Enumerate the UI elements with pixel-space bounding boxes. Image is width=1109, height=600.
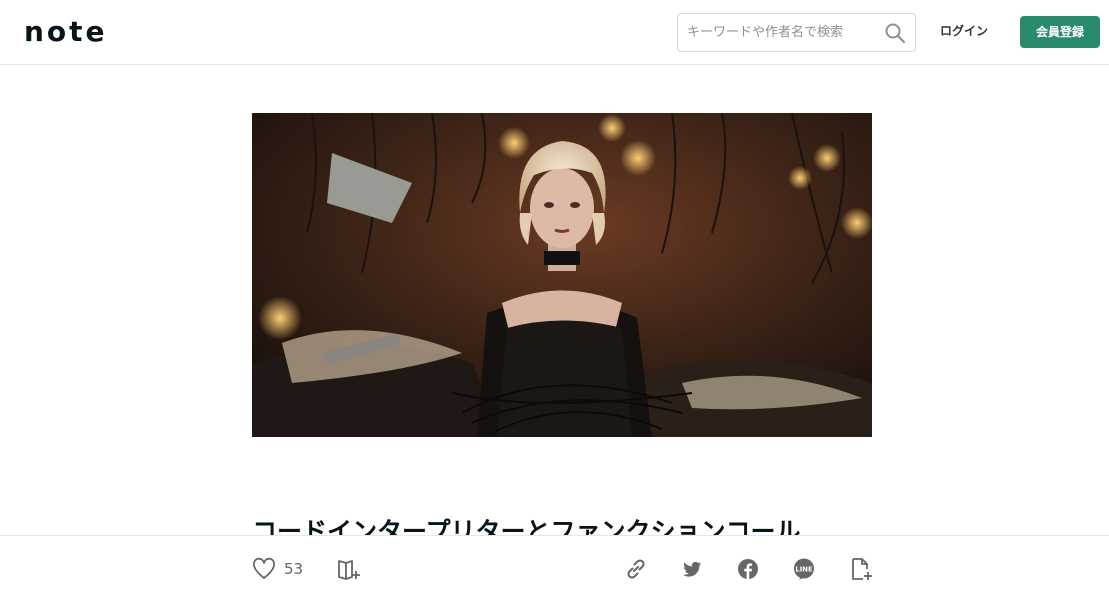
login-link[interactable]: ログイン xyxy=(928,22,1000,39)
line-icon[interactable]: LINE xyxy=(791,556,817,582)
magazine-add-icon[interactable] xyxy=(336,556,362,582)
facebook-icon[interactable] xyxy=(735,556,761,582)
note-logo[interactable]: note xyxy=(24,17,108,47)
article-action-bar: 53 LINE xyxy=(0,535,1109,600)
signup-button[interactable]: 会員登録 xyxy=(1020,16,1100,48)
heart-icon[interactable] xyxy=(251,556,277,582)
svg-text:LINE: LINE xyxy=(795,566,813,574)
like-count[interactable]: 53 xyxy=(284,560,303,578)
search-input[interactable] xyxy=(678,14,878,51)
link-icon[interactable] xyxy=(623,556,649,582)
search-box[interactable] xyxy=(677,13,916,52)
twitter-icon[interactable] xyxy=(679,556,705,582)
header: note ログイン 会員登録 xyxy=(0,0,1109,65)
search-icon[interactable] xyxy=(884,22,906,44)
article-hero-image xyxy=(252,113,872,437)
embed-icon[interactable] xyxy=(848,556,874,582)
